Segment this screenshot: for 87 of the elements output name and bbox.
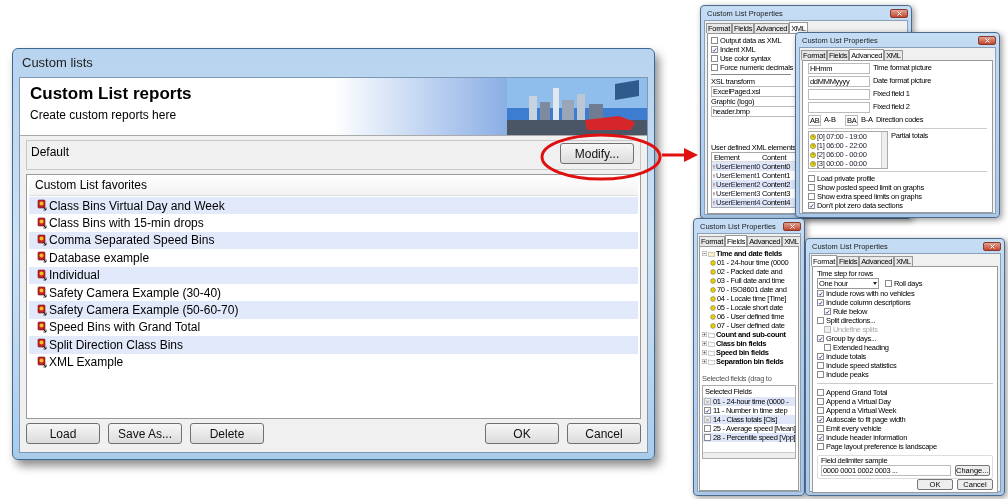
caret-icon xyxy=(873,282,877,285)
checkbox[interactable] xyxy=(711,55,718,62)
checkbox[interactable] xyxy=(704,407,711,414)
checkbox[interactable] xyxy=(817,416,824,423)
checkbox[interactable] xyxy=(817,398,824,405)
dialog-button[interactable]: Cancel xyxy=(567,423,641,444)
dialog-button[interactable]: OK xyxy=(485,423,559,444)
expand-icon[interactable] xyxy=(702,332,707,337)
checkbox[interactable] xyxy=(817,389,824,396)
checkbox[interactable] xyxy=(711,46,718,53)
report-icon xyxy=(37,286,48,300)
checkbox[interactable] xyxy=(711,37,718,44)
list-item[interactable]: Comma Separated Speed Bins xyxy=(29,231,638,250)
element-icon xyxy=(713,199,716,206)
checkbox[interactable] xyxy=(817,335,824,342)
report-icon xyxy=(37,268,48,282)
folder-icon xyxy=(708,250,715,257)
clock-icon xyxy=(810,151,816,158)
clock-icon xyxy=(810,133,816,140)
checkbox[interactable] xyxy=(817,299,824,306)
element-icon xyxy=(713,190,716,197)
checkbox[interactable] xyxy=(808,184,815,191)
close-icon xyxy=(896,10,902,16)
close-icon xyxy=(789,223,795,229)
list-item[interactable]: Individual xyxy=(29,266,638,284)
expand-icon[interactable] xyxy=(702,359,707,364)
checkbox[interactable] xyxy=(885,280,892,287)
report-icon xyxy=(37,355,48,369)
checkbox[interactable] xyxy=(817,425,824,432)
list-item[interactable]: Database example xyxy=(29,249,638,267)
list-item[interactable]: XML Example xyxy=(29,353,638,371)
collapse-icon[interactable] xyxy=(702,251,707,256)
scrollbar[interactable] xyxy=(881,132,887,168)
checkbox[interactable] xyxy=(817,371,824,378)
checkbox[interactable] xyxy=(808,193,815,200)
window-title: Custom lists xyxy=(22,54,93,73)
close-icon xyxy=(989,243,995,249)
report-icon xyxy=(37,216,48,230)
checkbox[interactable] xyxy=(817,290,824,297)
clock-icon xyxy=(810,160,816,167)
input-field[interactable] xyxy=(808,89,870,100)
element-icon xyxy=(713,163,716,170)
profile-name: Default xyxy=(31,144,70,159)
list-item[interactable]: Safety Camera Example (50-60-70) xyxy=(29,301,638,319)
list-item[interactable]: Safety Camera Example (30-40) xyxy=(29,283,638,302)
expand-icon[interactable] xyxy=(702,341,707,346)
checkbox[interactable] xyxy=(817,443,824,450)
checkbox[interactable] xyxy=(704,425,711,432)
checkbox[interactable] xyxy=(817,353,824,360)
checkbox[interactable] xyxy=(824,344,831,351)
dialog-button[interactable]: Save As... xyxy=(108,423,182,444)
checkbox[interactable] xyxy=(824,308,831,315)
element-icon xyxy=(713,181,716,188)
header-subtitle: Create custom reports here xyxy=(30,108,177,122)
close-button[interactable] xyxy=(978,35,996,45)
checkbox[interactable] xyxy=(817,407,824,414)
report-icon xyxy=(37,251,48,265)
dialog-button[interactable]: Load xyxy=(26,423,100,444)
input-field[interactable] xyxy=(808,102,870,113)
header-title: Custom List reports xyxy=(30,84,192,104)
list-item[interactable]: Class Bins with 15-min drops xyxy=(29,214,638,232)
report-icon xyxy=(37,233,48,247)
list-item[interactable]: Split Direction Class Bins xyxy=(29,336,638,354)
dialog-button[interactable]: Modify... xyxy=(560,143,634,164)
checkbox[interactable] xyxy=(808,175,815,182)
clock-icon xyxy=(810,142,816,149)
checkbox[interactable] xyxy=(808,202,815,209)
pointer-arrow xyxy=(662,147,698,163)
report-icon xyxy=(37,320,48,334)
close-icon xyxy=(984,37,990,43)
close-button[interactable] xyxy=(783,221,801,231)
scrollbar[interactable] xyxy=(703,452,795,458)
checkbox[interactable] xyxy=(817,362,824,369)
dialog-button[interactable]: Delete xyxy=(190,423,264,444)
checkbox[interactable] xyxy=(817,434,824,441)
checkbox[interactable] xyxy=(817,317,824,324)
close-button[interactable] xyxy=(983,241,1001,251)
list-item[interactable]: Class Bins Virtual Day and Week xyxy=(29,197,638,215)
list-item[interactable]: Speed Bins with Grand Total xyxy=(29,318,638,337)
close-button[interactable] xyxy=(890,8,908,18)
element-icon xyxy=(713,172,716,179)
checkbox[interactable] xyxy=(711,64,718,71)
report-icon xyxy=(37,199,48,213)
expand-icon[interactable] xyxy=(702,350,707,355)
report-icon xyxy=(37,303,48,317)
checkbox[interactable] xyxy=(704,434,711,441)
report-icon xyxy=(37,338,48,352)
